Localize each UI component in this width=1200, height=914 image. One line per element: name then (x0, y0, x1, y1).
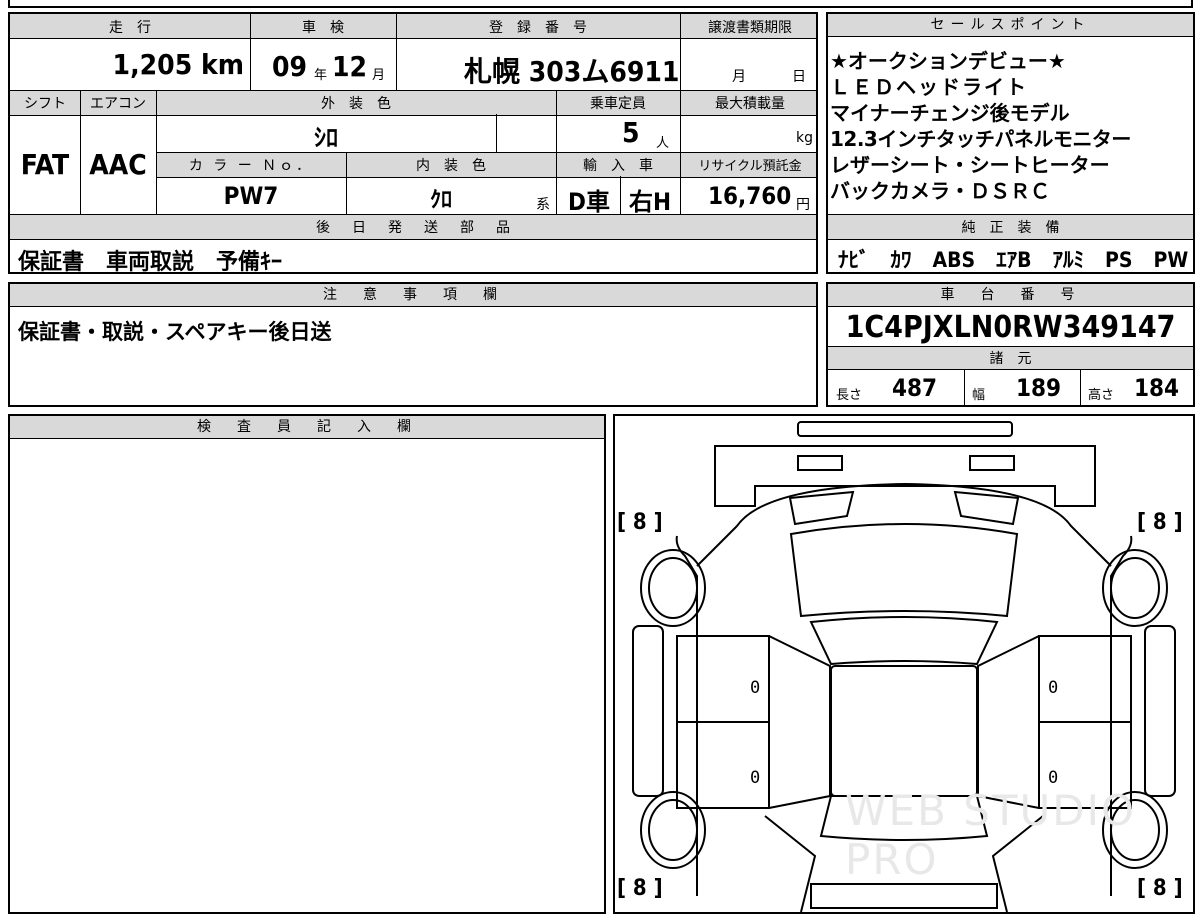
color-no-value: PW7 (223, 182, 279, 210)
max-load-unit: kg (796, 130, 813, 146)
vehicle-info-table: 走 行 車 検 登 録 番 号 譲渡書類期限 1,205 km 09 年 12 … (8, 12, 818, 275)
door-score: 0 (750, 678, 761, 698)
capacity-value: 5 (622, 116, 640, 149)
wheel-front-left (648, 557, 698, 619)
wheel-front-right (1102, 549, 1168, 627)
equipment-items: ﾅﾋﾞ ｶﾜ ABS ｴｱB ｱﾙﾐ PS PW (838, 248, 1189, 272)
sales-point-list: ★オークションデビュー★ ＬＥＤヘッドライト マイナーチェンジ後モデル 12.3… (830, 48, 1131, 204)
inspection-month: 12 (332, 50, 368, 83)
notes-box: 注 意 事 項 欄 保証書・取説・スペアキー後日送 (8, 282, 818, 407)
sales-line: ★オークションデビュー★ (830, 49, 1066, 73)
sales-line: ＬＥＤヘッドライト (830, 75, 1028, 99)
inspector-title: 検 査 員 記 入 欄 (10, 416, 604, 439)
handle-side: 右H (628, 188, 672, 216)
length-value: 487 (892, 374, 938, 402)
tread-rear-right: [ 8 ] (1137, 876, 1183, 901)
inspector-box: 検 査 員 記 入 欄 (8, 414, 606, 914)
ac-label: エアコン (90, 96, 146, 112)
shift-label: シフト (24, 96, 66, 112)
import-label: 輸 入 車 (583, 158, 653, 174)
inspection-month-unit: 月 (372, 68, 386, 83)
hood-frame (714, 445, 1096, 507)
front-grille (969, 455, 1015, 471)
roof-front (809, 616, 999, 666)
pillar-right (977, 635, 1040, 809)
mirror-right (1144, 625, 1176, 797)
later-parts-label: 後 日 発 送 部 品 (316, 220, 514, 236)
interior-color-label: 内 装 色 (416, 158, 486, 174)
recycle-fee-label: リサイクル預託金 (698, 159, 802, 174)
height-value: 184 (1134, 374, 1180, 402)
width-label: 幅 (972, 388, 986, 403)
door-score: 0 (750, 768, 761, 788)
top-strip (8, 0, 1193, 8)
windshield (789, 523, 1019, 618)
spec-title: 諸 元 (989, 351, 1032, 367)
mirror-left (632, 625, 664, 797)
shift-value: FAT (20, 148, 70, 181)
front-grille (797, 455, 843, 471)
wheel-front-left (640, 549, 706, 627)
front-bumper (797, 421, 1013, 437)
mileage-label: 走 行 (109, 20, 151, 36)
pillar-left (768, 635, 831, 809)
rear-bumper (810, 883, 998, 909)
sales-line: バックカメラ・ＤＳＲＣ (830, 179, 1050, 203)
exterior-color-label: 外 装 色 (321, 96, 391, 112)
wheel-rear-left (648, 799, 698, 861)
inspection-year-unit: 年 (314, 68, 328, 83)
chassis-title: 車 台 番 号 (828, 284, 1193, 307)
capacity-label: 乗車定員 (590, 96, 646, 112)
wheel-rear-left (640, 791, 706, 869)
roof (830, 665, 978, 797)
exterior-color-value: ｼﾛ (314, 124, 338, 152)
tread-front-right: [ 8 ] (1137, 510, 1183, 535)
chassis-box: 車 台 番 号 1C4PJXLN0RW349147 諸 元 長さ 487 幅 1… (826, 282, 1195, 407)
wheel-front-right (1110, 557, 1160, 619)
equipment-title: 純 正 装 備 (961, 220, 1060, 236)
length-label: 長さ (836, 388, 863, 403)
mileage-value: 1,205 km (112, 48, 244, 81)
notes-text: 保証書・取説・スペアキー後日送 (18, 320, 332, 344)
height-label: 高さ (1088, 388, 1115, 403)
registration-number: 札幌 303ム6911 (464, 55, 680, 88)
interior-color-value: ｸﾛ (429, 188, 452, 213)
door-score: 0 (1048, 678, 1059, 698)
max-load-label: 最大積載量 (715, 96, 785, 112)
inspection-year: 09 (272, 50, 308, 83)
headlight-left (788, 490, 855, 526)
transfer-month: 月 (732, 69, 746, 85)
recycle-fee-unit: 円 (796, 197, 810, 213)
notes-title: 注 意 事 項 欄 (10, 284, 816, 307)
watermark: WEB STUDIO PRO (845, 786, 1137, 884)
interior-color-suffix: 系 (536, 197, 550, 213)
chassis-number: 1C4PJXLN0RW349147 (845, 310, 1176, 345)
car-diagram-box: WEB STUDIO PRO [ 8 ] [ 8 ] [ 8 ] [ 8 ] 0… (613, 414, 1195, 914)
sales-line: 12.3インチタッチパネルモニター (830, 127, 1131, 151)
tread-rear-left: [ 8 ] (617, 876, 663, 901)
transfer-day: 日 (792, 69, 806, 85)
transfer-deadline-label: 譲渡書類期限 (708, 20, 792, 36)
recycle-fee-value: 16,760 (708, 182, 792, 210)
tread-front-left: [ 8 ] (617, 510, 663, 535)
sales-point-box: セールスポイント ★オークションデビュー★ ＬＥＤヘッドライト マイナーチェンジ… (826, 12, 1195, 274)
sales-line: マイナーチェンジ後モデル (830, 101, 1070, 125)
headlight-right (953, 490, 1020, 526)
ac-value: AAC (89, 148, 147, 181)
inspection-label: 車 検 (302, 20, 344, 36)
width-value: 189 (1016, 374, 1062, 402)
import-type: D車 (568, 188, 610, 216)
later-parts-items: 保証書 車両取説 予備ｷｰ (18, 250, 283, 275)
color-no-label: カ ラ ー Ｎｏ． (188, 158, 314, 174)
capacity-unit: 人 (656, 136, 670, 151)
sales-point-title: セールスポイント (828, 14, 1193, 37)
sales-line: レザーシート・シートヒーター (830, 153, 1110, 177)
door-rear-left (676, 721, 770, 809)
door-score: 0 (1048, 768, 1059, 788)
registration-label: 登 録 番 号 (489, 20, 587, 36)
